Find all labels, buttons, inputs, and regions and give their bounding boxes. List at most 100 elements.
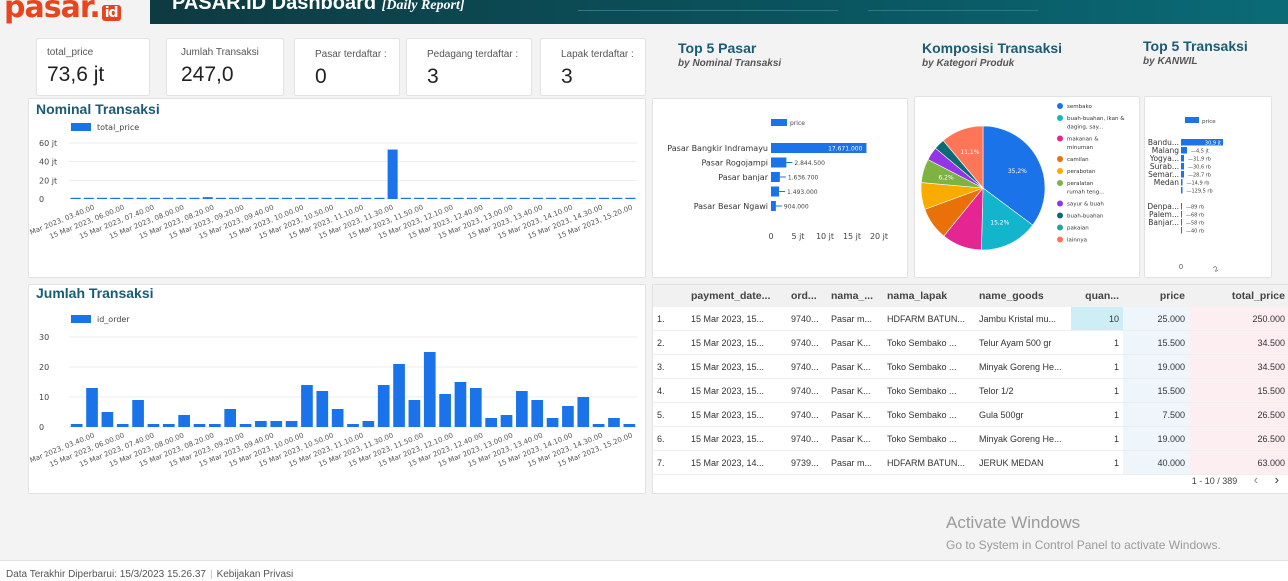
kpi-card-total-price[interactable]: total_price 73,6 jt	[36, 38, 150, 96]
header-divider	[578, 10, 838, 11]
table-cell: 9739...	[787, 450, 827, 475]
bar	[147, 424, 160, 427]
column-header[interactable]: nama_lapak	[883, 285, 975, 307]
bar	[519, 197, 530, 199]
bar	[334, 197, 345, 199]
column-header[interactable]: quan...	[1071, 285, 1123, 307]
y-tick-label: 10	[39, 393, 49, 402]
legend-swatch	[71, 315, 91, 323]
data-label: —89 rb	[1186, 204, 1204, 210]
table-cell: 9740...	[787, 330, 827, 355]
table-cell: Pasar K...	[827, 402, 883, 427]
top5-transaksi-card[interactable]: price 30,9 jt Bandu... —4,5 jt Malang —31,9 r…	[1144, 96, 1272, 278]
legend-label: buah-buahan, ikan &	[1067, 116, 1125, 122]
kpi-card-jumlah-transaksi[interactable]: Jumlah Transaksi 247,0	[166, 38, 284, 96]
legend-label: perabotan	[1067, 169, 1096, 175]
bar	[572, 197, 583, 199]
bar	[209, 424, 221, 427]
privacy-link[interactable]: Kebijakan Privasi	[217, 569, 294, 580]
table-cell: Toko Sembako ...	[883, 354, 975, 379]
bar	[1181, 219, 1182, 226]
table-cell: 34.500	[1189, 354, 1288, 379]
bar	[393, 364, 405, 427]
top5-transaksi-title: Top 5 Transaksi	[1143, 38, 1248, 54]
bar	[255, 421, 267, 427]
bar	[295, 197, 306, 199]
bar	[1181, 211, 1182, 218]
bar	[1181, 163, 1184, 170]
table-row[interactable]: 7. 15 Mar 2023, 14... 9739... Pasar m... HDF…	[653, 450, 1288, 475]
y-tick-label: 30	[39, 333, 49, 342]
bar	[193, 424, 206, 427]
windows-activation-watermark: Activate Windows	[946, 513, 1081, 532]
table-cell: 15.500	[1123, 378, 1189, 403]
table-row[interactable]: 6. 15 Mar 2023, 15... 9740... Pasar K... Tok…	[653, 426, 1288, 451]
bar	[83, 197, 94, 199]
nominal-transaksi-card[interactable]: Nominal Transaksi total_price 0 20 jt 40 jt…	[28, 98, 646, 278]
jumlah-transaksi-chart: id_order010203015 Mar 2023, 03.40.0015 M…	[29, 315, 637, 469]
table-cell: 9740...	[787, 426, 827, 451]
table-cell: JERUK MEDAN	[975, 450, 1071, 475]
header-divider	[868, 10, 1038, 11]
bar	[423, 352, 436, 427]
slice-label: 11,1%	[960, 149, 979, 156]
x-tick-label: 15 jt	[843, 232, 861, 241]
table-cell: 15 Mar 2023, 15...	[687, 426, 787, 451]
x-tick-label: 2	[1212, 265, 1220, 274]
table-cell: 3.	[653, 354, 687, 379]
table-row[interactable]: 3. 15 Mar 2023, 15... 9740... Pasar K... Tok…	[653, 354, 1288, 379]
column-header[interactable]: name_goods	[975, 285, 1071, 307]
transactions-table[interactable]: payment_date... ord... nama_... nama_lapak n…	[652, 284, 1288, 494]
column-header[interactable]: total_price	[1189, 285, 1288, 307]
table-cell: HDFARM BATUN...	[883, 450, 975, 475]
table-cell: Toko Sembako ...	[883, 330, 975, 355]
bar	[1181, 227, 1182, 234]
table-cell: 9740...	[787, 354, 827, 379]
bar	[239, 424, 252, 427]
data-label: 17.671.000	[828, 146, 863, 153]
bar	[453, 197, 464, 199]
komposisi-title: Komposisi Transaksi	[922, 40, 1063, 56]
legend-label: pakaian	[1067, 226, 1089, 232]
column-header[interactable]: price	[1123, 285, 1189, 307]
table-cell: 15.500	[1123, 330, 1189, 355]
next-page-icon[interactable]: ›	[1275, 472, 1279, 487]
data-label: —4,5 jt	[1191, 148, 1209, 154]
legend-dot	[1057, 103, 1063, 109]
bar	[612, 197, 623, 199]
top5-pasar-card[interactable]: price 17.671.000 Pasar Bangkir Indramayu 2.…	[652, 98, 908, 278]
bar	[1181, 179, 1183, 186]
category-label: Pasar banjar	[718, 173, 768, 182]
column-header[interactable]	[653, 285, 687, 307]
bar	[268, 197, 279, 199]
table-cell: Jambu Kristal mu...	[975, 307, 1071, 331]
table-cell: 1	[1071, 354, 1123, 379]
table-row[interactable]: 2. 15 Mar 2023, 15... 9740... Pasar K... Tok…	[653, 330, 1288, 355]
column-header[interactable]: ord...	[787, 285, 827, 307]
bar	[771, 186, 780, 197]
column-header[interactable]: payment_date...	[687, 285, 787, 307]
bar	[377, 385, 390, 427]
kpi-card-lapak-terdaftar[interactable]: Lapak terdaftar : 3	[540, 38, 646, 96]
jumlah-transaksi-card[interactable]: Jumlah Transaksi id_order010203015 Mar 2…	[28, 284, 646, 494]
kpi-card-pasar-terdaftar[interactable]: Pasar terdaftar : 0	[294, 38, 400, 96]
prev-page-icon[interactable]: ‹	[1254, 472, 1258, 487]
table-cell: 2.	[653, 330, 687, 355]
bar	[285, 421, 298, 427]
data-label: 2.844.500	[794, 160, 825, 167]
bar	[270, 421, 283, 427]
bar	[101, 412, 114, 427]
table-row[interactable]: 4. 15 Mar 2023, 15... 9740... Pasar K... Tok…	[653, 378, 1288, 403]
legend-label: sayur & buah	[1067, 202, 1104, 208]
kpi-card-pedagang-terdaftar[interactable]: Pedagang terdaftar : 3	[406, 38, 532, 96]
komposisi-card[interactable]: 35,2% 15,2% 6,2% 11,1% sembako buah-buahan, i…	[914, 96, 1140, 278]
table-row[interactable]: 1. 15 Mar 2023, 15... 9740... Pasar m... HDF…	[653, 307, 1288, 331]
table-cell: 7.	[653, 450, 687, 475]
data-label: —14,9 rb	[1187, 180, 1210, 186]
data-label: 30,9 jt	[1205, 140, 1221, 146]
table-row[interactable]: 5. 15 Mar 2023, 15... 9740... Pasar K... Tok…	[653, 402, 1288, 427]
top5-pasar-chart: price 17.671.000 Pasar Bangkir Indramayu 2.…	[667, 119, 888, 241]
bar	[86, 388, 98, 427]
kpi-value: 0	[315, 65, 327, 88]
column-header[interactable]: nama_...	[827, 285, 883, 307]
